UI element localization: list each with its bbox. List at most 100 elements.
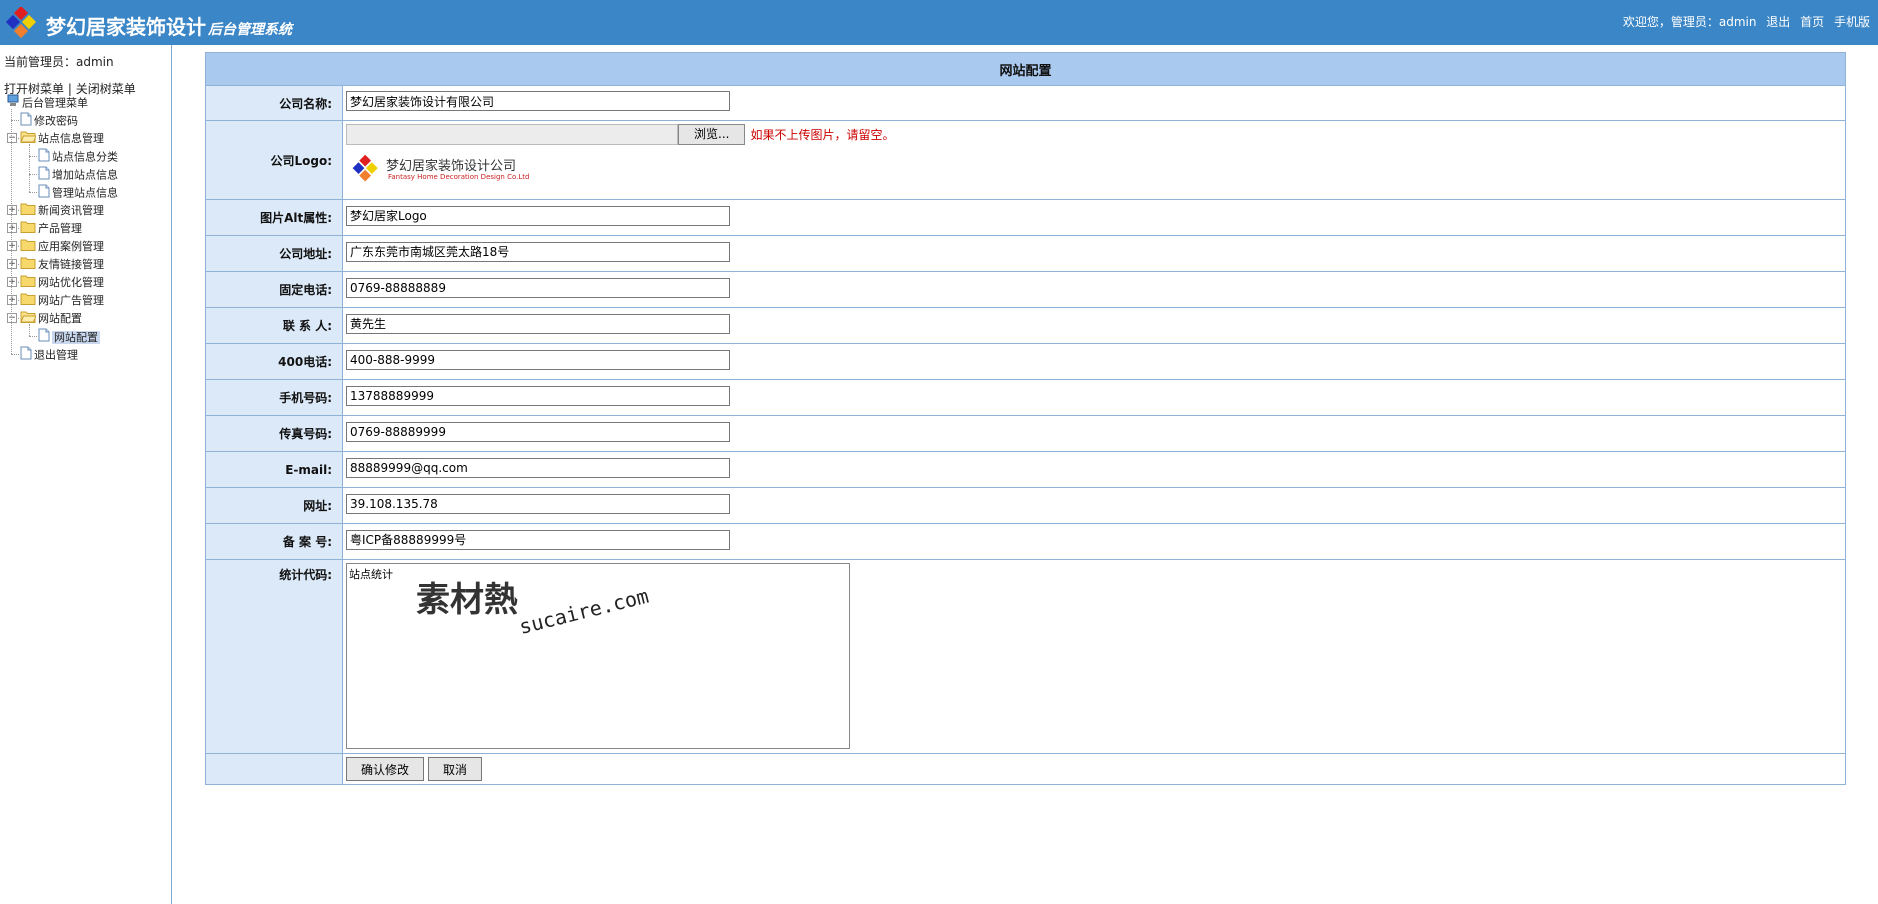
folder-icon [20, 238, 36, 256]
stats-code-textarea[interactable]: 站点统计 [346, 563, 850, 749]
tree-connector [29, 174, 37, 175]
address-input[interactable] [346, 241, 730, 262]
actions-label-cell [205, 753, 343, 785]
logo-preview-cn: 梦幻居家装饰设计公司 [386, 159, 517, 174]
alt-input[interactable] [346, 205, 730, 226]
sidebar-item[interactable]: 管理站点信息 [38, 184, 118, 200]
row-icp: 备 案 号: [205, 523, 1846, 560]
sidebar-item[interactable]: 网站配置 [38, 328, 100, 344]
tree-guide [29, 324, 30, 336]
sidebar: 当前管理员：admin 打开树菜单 | 关闭树菜单 后台管理菜单 修改密码 站点信息… [0, 45, 172, 904]
tree-connector [29, 192, 37, 193]
computer-icon [6, 94, 20, 113]
tree-connector [29, 336, 37, 337]
sidebar-item-label: 友情链接管理 [38, 258, 104, 271]
logo-label: 公司Logo: [205, 120, 343, 200]
welcome-text: 欢迎您，管理员：admin [1622, 15, 1757, 29]
folder-icon [20, 292, 36, 310]
submit-button[interactable]: 确认修改 [346, 757, 425, 781]
sidebar-item[interactable]: 网站广告管理 [20, 292, 104, 308]
page-title: 网站配置 [205, 52, 1846, 86]
stats-label: 统计代码: [205, 559, 343, 754]
expand-toggle-icon[interactable]: + [7, 241, 17, 251]
icp-label: 备 案 号: [205, 523, 343, 560]
sidebar-item-label: 应用案例管理 [38, 240, 104, 253]
home-link[interactable]: 首页 [1800, 15, 1824, 29]
sidebar-item[interactable]: 新闻资讯管理 [20, 202, 104, 218]
sidebar-item[interactable]: 增加站点信息 [38, 166, 118, 182]
sidebar-item[interactable]: 修改密码 [20, 112, 78, 128]
mobile-label: 手机号码: [205, 379, 343, 416]
mobile-input[interactable] [346, 385, 730, 406]
sidebar-item-label: 新闻资讯管理 [38, 204, 104, 217]
sidebar-item-label: 站点信息管理 [38, 132, 104, 145]
folder-icon [20, 220, 36, 238]
email-input[interactable] [346, 457, 730, 478]
page-icon [38, 328, 50, 347]
sidebar-item-label: 增加站点信息 [52, 168, 118, 182]
row-phone: 固定电话: [205, 271, 1846, 308]
sidebar-item-label: 网站配置 [38, 312, 82, 325]
expand-toggle-icon[interactable]: + [7, 277, 17, 287]
main-content: 网站配置 公司名称: 公司Logo: 浏览... 如果不上传图片，请留空。 [205, 52, 1846, 785]
expand-toggle-icon[interactable]: + [7, 259, 17, 269]
row-address: 公司地址: [205, 235, 1846, 272]
sidebar-item[interactable]: 友情链接管理 [20, 256, 104, 272]
expand-toggle-icon[interactable]: + [7, 223, 17, 233]
folder-open-icon [20, 130, 37, 148]
collapse-toggle-icon[interactable]: − [7, 313, 17, 323]
app-title-text: 梦幻居家装饰设计 [46, 15, 206, 39]
row-alt: 图片Alt属性: [205, 199, 1846, 236]
mobile-version-link[interactable]: 手机版 [1834, 15, 1870, 29]
sidebar-item[interactable]: 退出管理 [20, 346, 78, 362]
logo-upload: 浏览... 如果不上传图片，请留空。 [346, 124, 1845, 145]
site-config-table: 网站配置 公司名称: 公司Logo: 浏览... 如果不上传图片，请留空。 [205, 52, 1846, 785]
logout-link[interactable]: 退出 [1766, 15, 1790, 29]
file-path-field[interactable] [346, 124, 678, 145]
row-logo: 公司Logo: 浏览... 如果不上传图片，请留空。 梦幻居家装饰设计公司 Fan… [205, 120, 1846, 200]
expand-toggle-icon[interactable]: + [7, 295, 17, 305]
header-user-area: 欢迎您，管理员：admin 退出 首页 手机版 [1623, 13, 1870, 30]
company-name-input[interactable] [346, 91, 730, 111]
sidebar-item[interactable]: 站点信息管理 [20, 130, 104, 146]
sidebar-item-label: 站点信息分类 [52, 150, 118, 164]
tree-connector [11, 120, 19, 121]
row-mobile: 手机号码: [205, 379, 1846, 416]
collapse-toggle-icon[interactable]: − [7, 133, 17, 143]
tel400-label: 400电话: [205, 343, 343, 380]
tree-connector [11, 354, 19, 355]
cancel-button[interactable]: 取消 [428, 757, 483, 781]
row-fax: 传真号码: [205, 415, 1846, 452]
sidebar-item[interactable]: 产品管理 [20, 220, 82, 236]
url-input[interactable] [346, 493, 730, 514]
sidebar-item-label: 退出管理 [34, 348, 78, 362]
sidebar-item-label: 网站配置 [52, 330, 100, 344]
email-label: E-mail: [205, 451, 343, 488]
sidebar-item-label: 修改密码 [34, 114, 78, 128]
fax-input[interactable] [346, 421, 730, 442]
logo-hint: 如果不上传图片，请留空。 [750, 128, 895, 142]
alt-label: 图片Alt属性: [205, 199, 343, 236]
folder-icon [20, 274, 36, 292]
tel400-input[interactable] [346, 349, 730, 370]
sidebar-item[interactable]: 站点信息分类 [38, 148, 118, 164]
address-label: 公司地址: [205, 235, 343, 272]
row-company-name: 公司名称: [205, 85, 1846, 121]
tree-root-label: 后台管理菜单 [22, 96, 88, 110]
tree-root[interactable]: 后台管理菜单 [6, 94, 88, 110]
sidebar-item[interactable]: 网站优化管理 [20, 274, 104, 290]
row-tel400: 400电话: [205, 343, 1846, 380]
fax-label: 传真号码: [205, 415, 343, 452]
expand-toggle-icon[interactable]: + [7, 205, 17, 215]
page-icon [38, 148, 50, 167]
browse-button[interactable]: 浏览... [678, 124, 746, 145]
row-url: 网址: [205, 487, 1846, 524]
phone-input[interactable] [346, 277, 730, 298]
sidebar-item[interactable]: 应用案例管理 [20, 238, 104, 254]
sidebar-item-label: 网站广告管理 [38, 294, 104, 307]
url-label: 网址: [205, 487, 343, 524]
current-admin: 当前管理员：admin [4, 55, 114, 69]
contact-input[interactable] [346, 313, 730, 334]
app-title: 梦幻居家装饰设计 后台管理系统 [46, 11, 292, 40]
icp-input[interactable] [346, 529, 730, 550]
